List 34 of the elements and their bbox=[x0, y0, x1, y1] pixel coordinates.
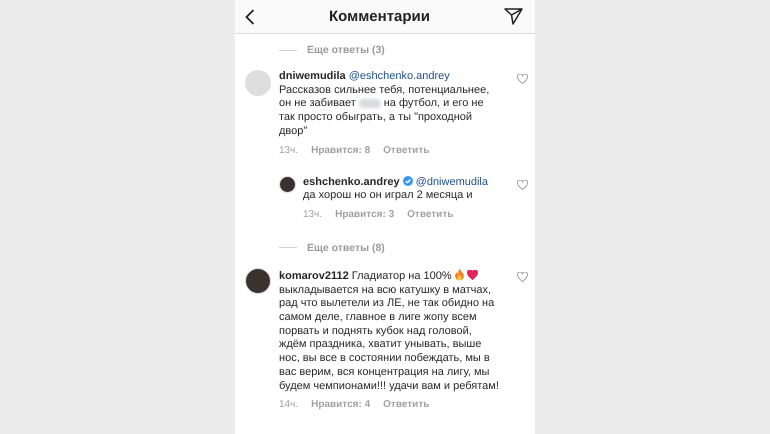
share-button[interactable] bbox=[504, 8, 523, 25]
mention-link[interactable]: @eshchenko.andrey bbox=[348, 70, 450, 82]
more-replies-button[interactable]: Еще ответы (3) bbox=[307, 44, 385, 56]
likes-count[interactable]: Нравится: 3 bbox=[335, 208, 394, 220]
likes-count[interactable]: Нравится: 8 bbox=[311, 144, 370, 156]
username[interactable]: komarov2112 bbox=[279, 270, 349, 282]
username[interactable]: eshchenko.andrey bbox=[303, 176, 400, 188]
reply-link[interactable]: Ответить bbox=[383, 144, 430, 156]
comment-text: dniwemudila @eshchenko.andrey Рассказов сильнее тебя, потенциальнее, он не забивает на футбол, и его не так просто обыграть, а ты "проходной двор" bbox=[279, 70, 490, 139]
comment-time: 13ч. bbox=[303, 208, 322, 220]
page-title: Комментарии bbox=[328, 8, 430, 25]
like-button[interactable] bbox=[517, 272, 528, 283]
avatar-photo[interactable] bbox=[279, 176, 296, 193]
heart-icon bbox=[517, 272, 528, 282]
back-icon bbox=[245, 8, 255, 24]
reply-link[interactable]: Ответить bbox=[383, 399, 430, 410]
heart-icon bbox=[517, 180, 528, 190]
likes-count[interactable]: Нравится: 4 bbox=[311, 399, 370, 410]
more-replies-button[interactable]: Еще ответы (8) bbox=[307, 242, 385, 254]
comment-time: 13ч. bbox=[279, 144, 298, 156]
heart-icon bbox=[517, 74, 528, 84]
like-button[interactable] bbox=[517, 74, 528, 85]
comment-text: eshchenko.andrey @dniwemudila да хорош но он играл 2 месяца и bbox=[303, 176, 489, 203]
username[interactable]: dniwemudila bbox=[279, 70, 346, 82]
heart-emoji-icon bbox=[466, 270, 478, 280]
like-button[interactable] bbox=[517, 180, 528, 191]
comment-time: 14ч. bbox=[279, 399, 298, 410]
comment-text: komarov2112 Гладиатор на 100% выкладывается на всю катушку в матчах, рад что вылетели из ЛЕ, не так обидно на самом деле, главное в лиге жопу всем порвать и поднять кубок над головой, ждём праздника, хватит унывать, выше нос, вы все в состоянии побеждать, мы в вас верим, вся концентрация на лигу, мы будем чемпионами!!! удачи вам и ребятам! bbox=[279, 268, 499, 394]
fire-icon bbox=[454, 268, 465, 281]
avatar-photo[interactable] bbox=[245, 268, 271, 294]
mention-link[interactable]: @dniwemudila bbox=[416, 176, 488, 188]
paper-plane-icon bbox=[504, 8, 523, 25]
back-button[interactable] bbox=[245, 8, 255, 24]
reply-link[interactable]: Ответить bbox=[407, 208, 454, 220]
